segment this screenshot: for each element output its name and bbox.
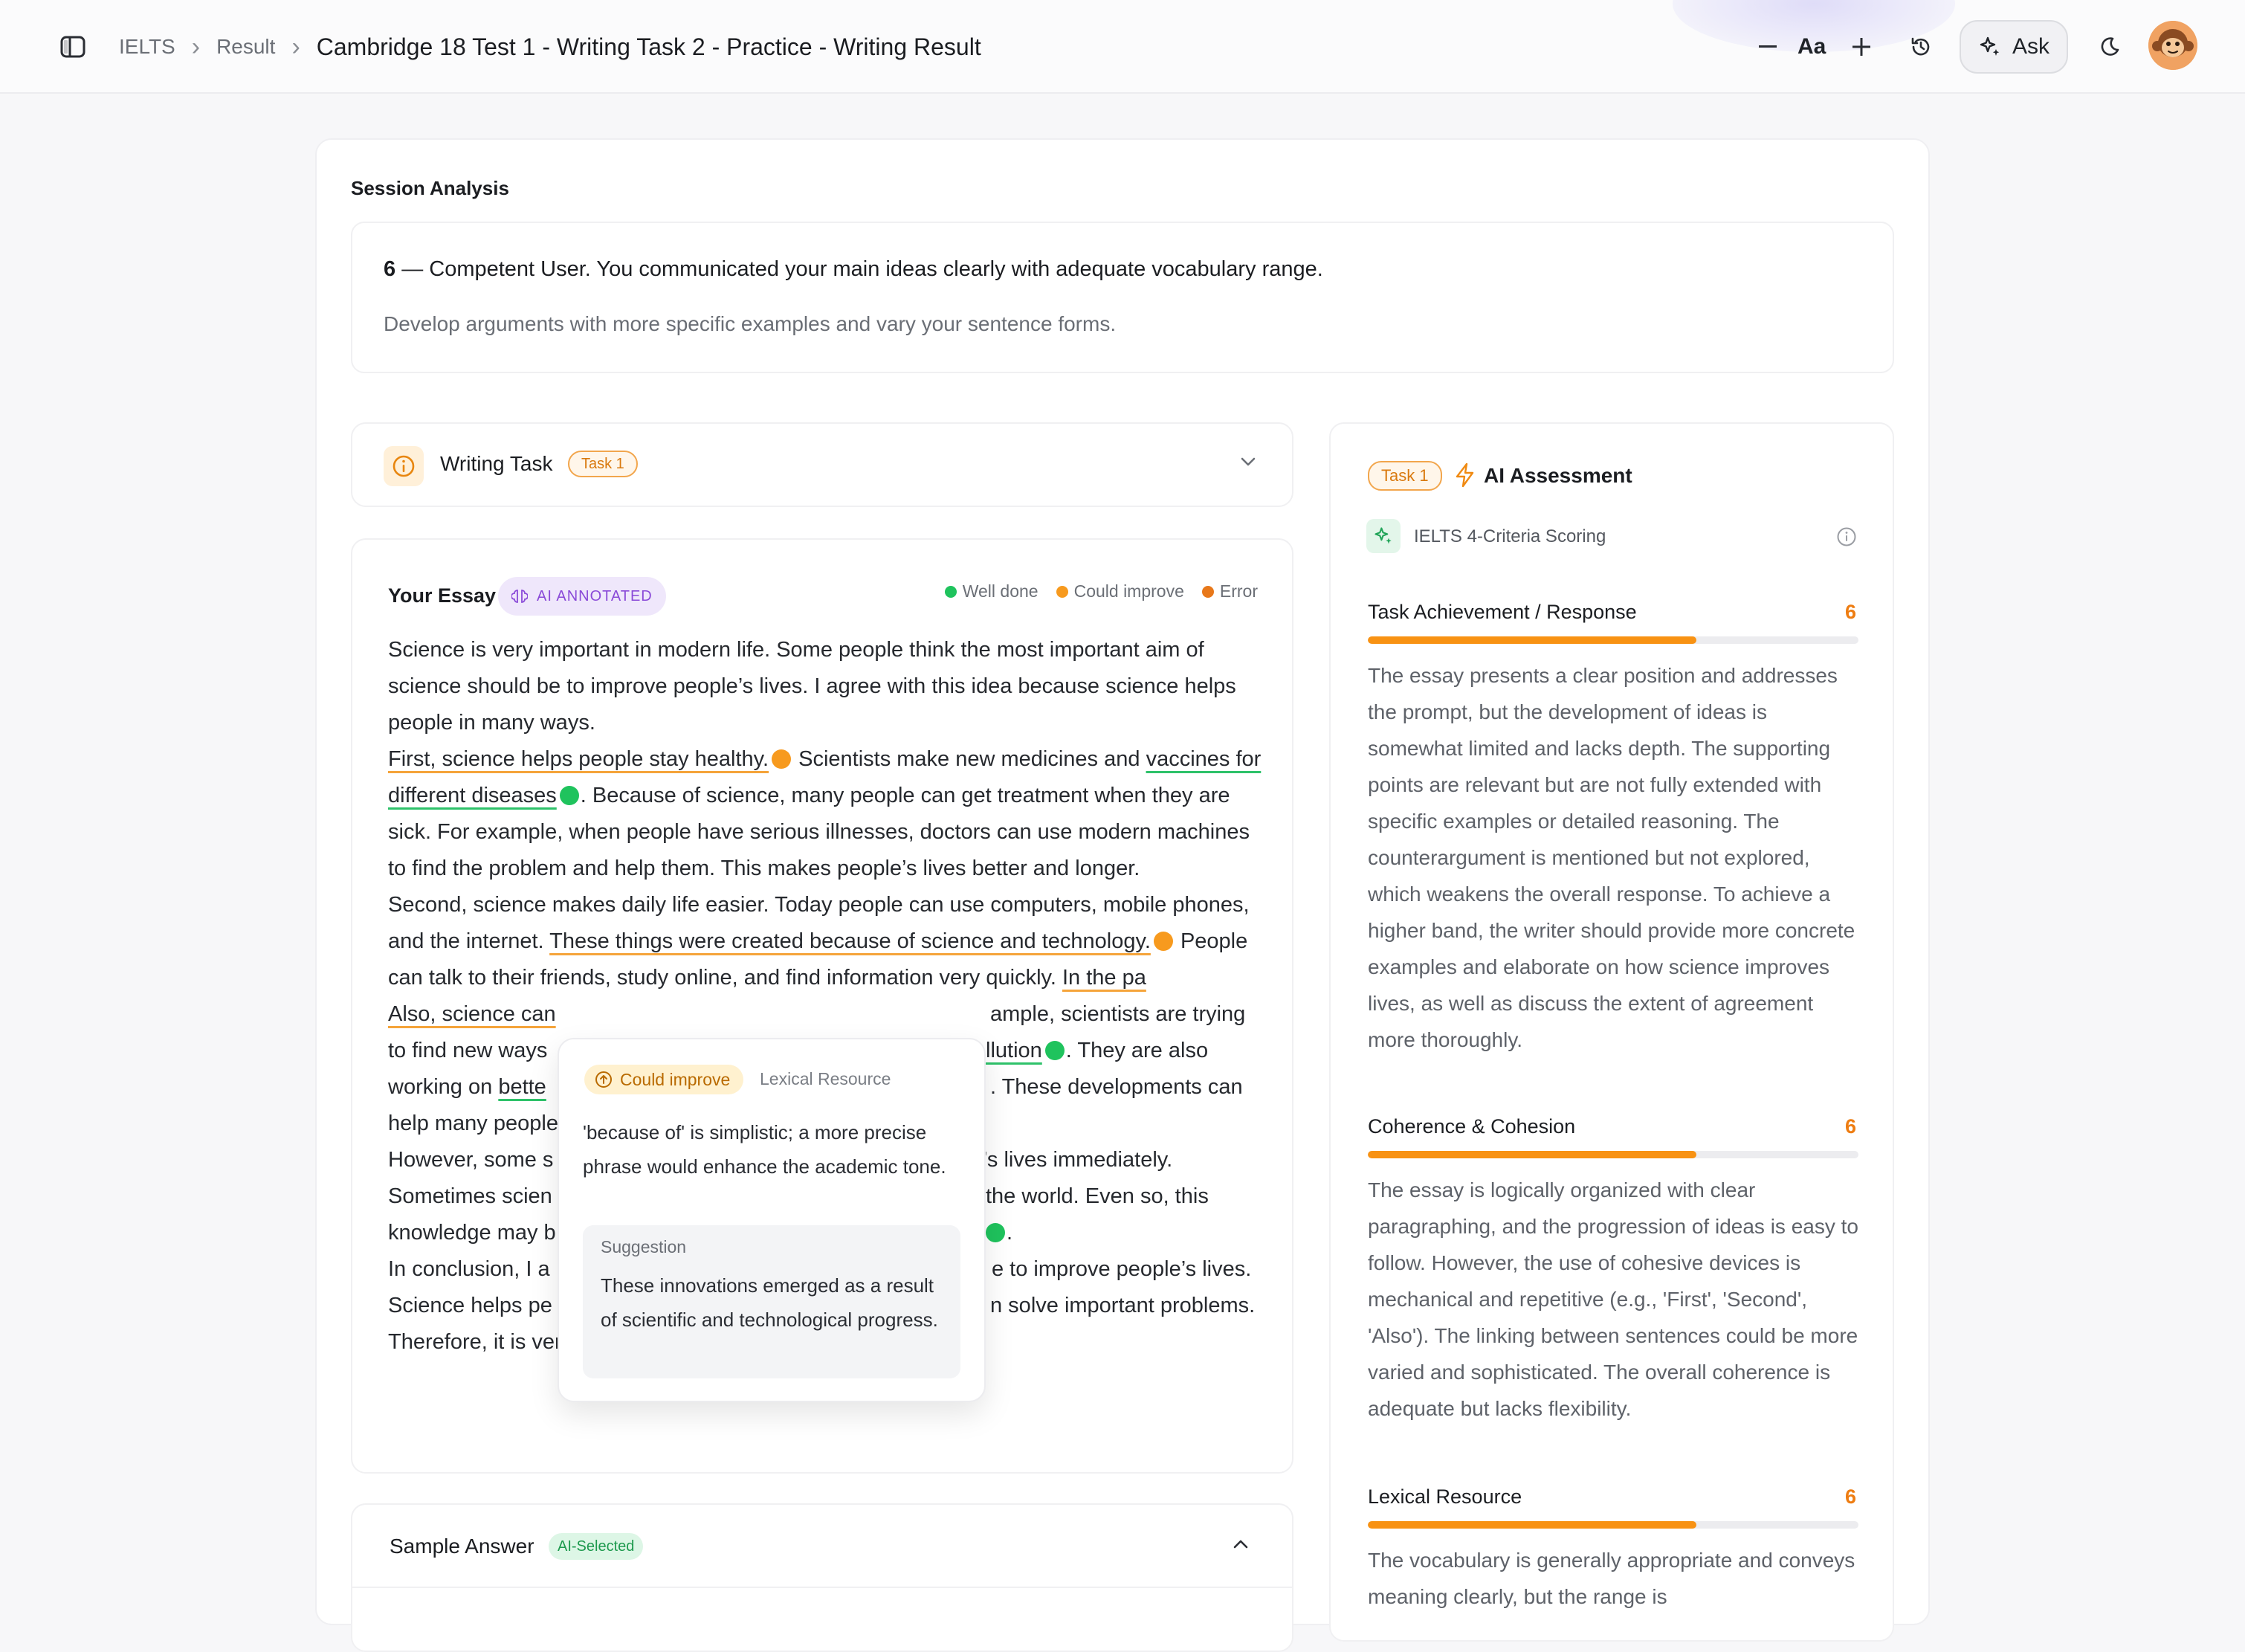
could-improve-dot-icon[interactable] (1153, 932, 1173, 951)
scoring-label: IELTS 4-Criteria Scoring (1414, 526, 1606, 546)
legend-well-done: Well done (944, 581, 1038, 601)
popup-message: 'because of' is simplistic; a more preci… (583, 1121, 946, 1178)
criterion-score: 6 (1845, 1485, 1857, 1508)
session-advice: Develop arguments with more specific exa… (384, 312, 1117, 335)
assessment-task-badge: Task 1 (1368, 461, 1442, 491)
info-icon[interactable] (1836, 526, 1857, 551)
sample-answer-card[interactable]: Sample Answer AI-Selected (351, 1503, 1293, 1652)
annotation-well-done[interactable]: llution (986, 1039, 1042, 1062)
summary-text: — Competent User. You communicated your … (401, 257, 1323, 281)
assessment-title: AI Assessment (1484, 464, 1632, 487)
criterion-score: 6 (1845, 601, 1857, 623)
well-done-dot-icon[interactable] (559, 786, 579, 805)
popup-status: Could improve (620, 1069, 731, 1089)
sample-answer-label: Sample Answer (390, 1535, 534, 1558)
breadcrumb: IELTS › Result › Cambridge 18 Test 1 - W… (119, 0, 981, 94)
sidebar-toggle-icon[interactable] (56, 0, 89, 94)
font-size-label[interactable]: Aa (1797, 0, 1826, 94)
essay-paragraph: Second, science makes daily life easier.… (388, 893, 1250, 990)
page-title: Cambridge 18 Test 1 - Writing Task 2 - P… (316, 33, 981, 60)
essay-paragraph: First, science helps people stay healthy… (388, 747, 1262, 880)
criterion-feedback: The essay presents a clear position and … (1368, 664, 1855, 1051)
criterion-name: Task Achievement / Response (1368, 601, 1637, 623)
criterion-name: Lexical Resource (1368, 1485, 1522, 1508)
ask-label: Ask (2012, 34, 2049, 59)
essay-paragraph: Science is very important in modern life… (388, 638, 1236, 735)
breadcrumb-result[interactable]: Result (216, 35, 275, 59)
ai-selected-badge: AI-Selected (549, 1533, 644, 1560)
well-done-dot-icon[interactable] (1044, 1041, 1065, 1060)
monkey-avatar-icon (2148, 21, 2197, 70)
annotation-could-improve[interactable]: In the pa (1062, 966, 1146, 990)
session-title: Session Analysis (351, 177, 509, 199)
brain-icon (511, 590, 528, 603)
popup-category: Lexical Resource (760, 1069, 891, 1088)
annotation-legend: Well done Could improve Error (944, 581, 1258, 601)
annotation-could-improve-active[interactable]: These things were created because of sci… (549, 929, 1151, 953)
chevron-right-icon: › (291, 32, 300, 61)
arrow-up-circle-icon (595, 1071, 612, 1088)
sparkles-icon (1980, 36, 2000, 56)
annotation-could-improve[interactable]: Also, science can (388, 996, 556, 1033)
plus-icon[interactable] (1847, 0, 1876, 94)
criterion-progress-fill (1368, 636, 1697, 644)
minus-icon[interactable] (1753, 0, 1783, 94)
writing-task-label: Writing Task (440, 452, 553, 475)
suggestion-text: These innovations emerged as a result of… (601, 1274, 938, 1331)
could-improve-badge: Could improve (584, 1065, 744, 1094)
chevron-up-icon[interactable] (1231, 1535, 1250, 1558)
suggestion-label: Suggestion (601, 1237, 687, 1256)
criterion-feedback: The essay is logically organized with cl… (1368, 1178, 1858, 1420)
info-icon (384, 446, 424, 486)
well-done-dot-icon[interactable] (986, 1223, 1005, 1242)
session-summary: 6 — Competent User. You communicated you… (384, 257, 1323, 282)
annotation-popup: Could improve Lexical Resource 'because … (558, 1038, 986, 1402)
top-bar: IELTS › Result › Cambridge 18 Test 1 - W… (0, 0, 2245, 94)
suggestion-box: Suggestion These innovations emerged as … (583, 1225, 960, 1378)
chevron-right-icon: › (191, 32, 201, 61)
sparkles-icon (1366, 519, 1401, 553)
legend-error: Error (1201, 581, 1258, 601)
avatar[interactable] (2148, 21, 2197, 70)
ai-annotated-badge: AI ANNOTATED (498, 577, 666, 616)
criterion-progress-bar (1368, 636, 1858, 644)
could-improve-dot-icon[interactable] (772, 749, 792, 769)
annotation-could-improve[interactable]: First, science helps people stay healthy… (388, 747, 769, 771)
annotation-well-done[interactable]: bette (498, 1075, 546, 1099)
task-badge: Task 1 (568, 451, 638, 477)
essay-title: Your Essay (388, 584, 497, 607)
divider (352, 1587, 1292, 1588)
criterion-feedback: The vocabulary is generally appropriate … (1368, 1549, 1855, 1608)
criterion-name: Coherence & Cohesion (1368, 1115, 1576, 1138)
ai-assessment-card: Task 1 AI Assessment IELTS 4-Criteria Sc… (1329, 422, 1894, 1642)
criterion-progress-bar (1368, 1151, 1858, 1158)
breadcrumb-ielts[interactable]: IELTS (119, 35, 175, 59)
essay-line: Also, science can ample, scientists are t… (388, 996, 1265, 1033)
criterion-score: 6 (1845, 1115, 1857, 1138)
band-score: 6 (384, 257, 396, 281)
writing-task-card[interactable]: Writing Task Task 1 (351, 422, 1293, 507)
chevron-down-icon[interactable] (1238, 452, 1258, 475)
lightning-icon (1454, 462, 1476, 491)
ai-annotated-label: AI ANNOTATED (537, 587, 653, 604)
session-summary-card: 6 — Competent User. You communicated you… (351, 222, 1894, 373)
criterion-progress-bar (1368, 1521, 1858, 1529)
history-icon[interactable] (1905, 0, 1937, 94)
legend-could-improve: Could improve (1056, 581, 1184, 601)
ask-button[interactable]: Ask (1960, 20, 2068, 74)
criterion-progress-fill (1368, 1521, 1697, 1529)
moon-icon[interactable] (2095, 0, 2125, 94)
criterion-progress-fill (1368, 1151, 1697, 1158)
